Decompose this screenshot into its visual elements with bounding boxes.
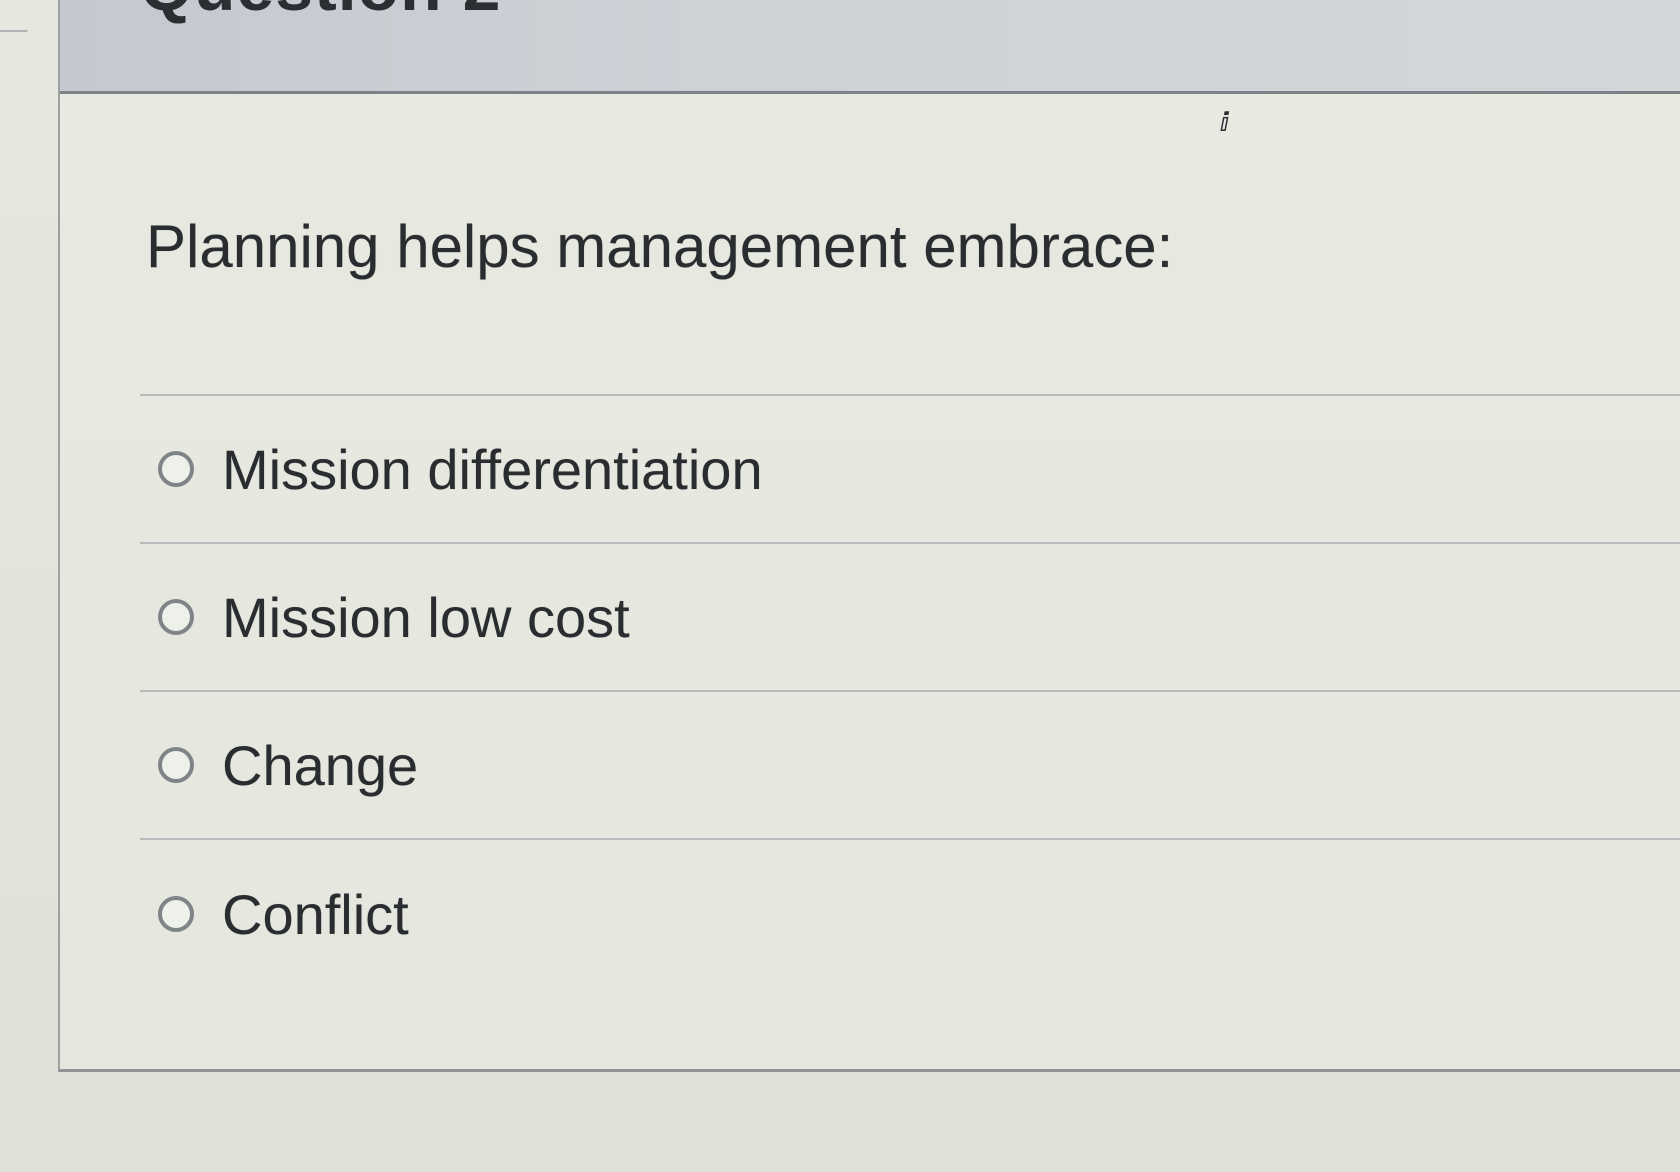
radio-button[interactable]	[158, 896, 194, 932]
radio-button[interactable]	[158, 599, 194, 635]
answer-option[interactable]: Mission differentiation	[140, 394, 1680, 542]
mouse-cursor-icon: ⅈ	[1220, 107, 1229, 137]
answer-option[interactable]: Mission low cost	[140, 542, 1680, 690]
question-prompt: Planning helps management embrace:	[146, 213, 1174, 280]
answer-label[interactable]: Mission low cost	[222, 585, 630, 650]
question-header: Question 2	[60, 0, 1680, 94]
answer-label[interactable]: Change	[222, 733, 418, 798]
radio-button[interactable]	[158, 451, 194, 487]
answer-option[interactable]: Change	[140, 690, 1680, 838]
answer-label[interactable]: Conflict	[222, 882, 409, 947]
quiz-page: Question 2 ⅈ Planning helps management e…	[0, 0, 1680, 1172]
answer-list: Mission differentiation Mission low cost…	[140, 394, 1680, 988]
question-title: Question 2	[140, 0, 501, 26]
answer-label[interactable]: Mission differentiation	[222, 437, 763, 502]
radio-button[interactable]	[158, 747, 194, 783]
question-card: Question 2 ⅈ Planning helps management e…	[58, 0, 1680, 1072]
answer-option[interactable]: Conflict	[140, 838, 1680, 988]
left-edge-decoration	[0, 0, 54, 32]
